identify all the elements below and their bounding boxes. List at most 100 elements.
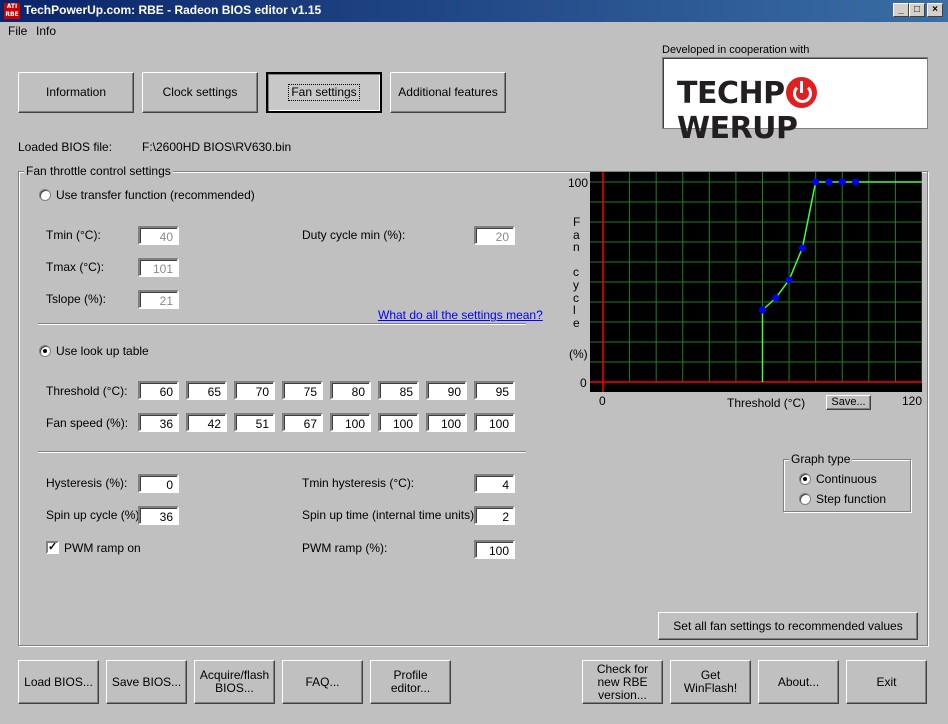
close-button[interactable]: × (927, 3, 943, 17)
title-bar[interactable]: ATI RBE TechPowerUp.com: RBE - Radeon BI… (0, 0, 948, 22)
techpowerup-logo[interactable]: TECHPWERUP (662, 57, 928, 146)
step-function-label: Step function (816, 492, 887, 506)
threshold-field-6[interactable]: 85 (378, 381, 419, 400)
fan-speed-field-6[interactable]: 100 (378, 413, 419, 432)
about-button[interactable]: About... (758, 660, 839, 704)
fan-speed-field-2[interactable]: 42 (186, 413, 227, 432)
logo-wordmark: TECHPWERUP (677, 76, 927, 146)
threshold-field-3[interactable]: 70 (234, 381, 275, 400)
tmin-field[interactable]: 40 (138, 226, 179, 245)
fan-speed-field-7[interactable]: 100 (426, 413, 467, 432)
threshold-field-2[interactable]: 65 (186, 381, 227, 400)
fan-curve-chart (590, 172, 922, 392)
tmin-label: Tmin (°C): (46, 228, 101, 242)
main-window: ATI RBE TechPowerUp.com: RBE - Radeon BI… (0, 0, 948, 724)
lookup-table-radio[interactable] (39, 345, 51, 357)
fan-throttle-group-title: Fan throttle control settings (24, 164, 173, 178)
spin-up-time-label: Spin up time (internal time units): (302, 508, 478, 522)
x-tick-120: 120 (902, 394, 923, 408)
transfer-function-label: Use transfer function (recommended) (56, 188, 255, 202)
fan-curve-point (759, 306, 766, 314)
exit-button[interactable]: Exit (846, 660, 927, 704)
fan-curve-point (825, 178, 833, 186)
tmax-label: Tmax (°C): (46, 260, 105, 274)
fan-curve-point (772, 294, 780, 302)
check-version-button[interactable]: Check for new RBE version... (582, 660, 663, 704)
load-bios-button[interactable]: Load BIOS... (18, 660, 99, 704)
menu-bar: File Info (0, 22, 948, 40)
spin-up-cycle-field[interactable]: 36 (138, 506, 179, 525)
logo-left: TECHP (677, 76, 785, 111)
pwm-ramp-on-checkbox[interactable]: ✓ (46, 541, 59, 554)
hysteresis-field[interactable]: 0 (138, 474, 179, 493)
y-tick-0: 0 (580, 376, 587, 390)
tslope-field[interactable]: 21 (138, 290, 179, 309)
y-axis-label-char: n (573, 240, 580, 255)
fan-curve-point (838, 178, 846, 186)
continuous-radio[interactable] (799, 473, 811, 485)
fan-curve-point (785, 276, 793, 284)
threshold-field-4[interactable]: 75 (282, 381, 323, 400)
logo-right: WERUP (677, 111, 798, 146)
threshold-label: Threshold (°C): (46, 384, 128, 398)
tmin-hysteresis-field[interactable]: 4 (474, 474, 515, 493)
threshold-field-1[interactable]: 60 (138, 381, 179, 400)
save-bios-button[interactable]: Save BIOS... (106, 660, 187, 704)
maximize-button[interactable]: □ (909, 3, 925, 17)
profile-editor-button[interactable]: Profile editor... (370, 660, 451, 704)
tab-clock-settings[interactable]: Clock settings (142, 72, 258, 113)
partner-caption: Developed in cooperation with (662, 44, 810, 56)
tmin-hysteresis-label: Tmin hysteresis (°C): (302, 476, 415, 490)
power-icon (785, 77, 817, 108)
spin-up-time-field[interactable]: 2 (474, 506, 515, 525)
transfer-function-radio[interactable] (39, 189, 51, 201)
tab-fan-settings-label: Fan settings (288, 84, 360, 101)
threshold-field-7[interactable]: 90 (426, 381, 467, 400)
separator-2 (38, 451, 526, 453)
y-tick-100: 100 (568, 176, 589, 190)
set-recommended-button[interactable]: Set all fan settings to recommended valu… (658, 612, 918, 640)
menu-file[interactable]: File (8, 24, 27, 38)
tab-information[interactable]: Information (18, 72, 134, 113)
fan-speed-field-3[interactable]: 51 (234, 413, 275, 432)
fan-speed-field-5[interactable]: 100 (330, 413, 371, 432)
fan-speed-field-1[interactable]: 36 (138, 413, 179, 432)
graph-type-title: Graph type (789, 452, 853, 466)
pwm-ramp-on-label: PWM ramp on (64, 541, 141, 555)
app-icon: ATI RBE (4, 3, 20, 19)
save-graph-button[interactable]: Save... (826, 395, 871, 410)
bios-file-path: F:\2600HD BIOS\RV630.bin (142, 140, 292, 154)
fan-speed-field-8[interactable]: 100 (474, 413, 515, 432)
x-tick-0: 0 (599, 394, 606, 408)
tmax-field[interactable]: 101 (138, 258, 179, 277)
fan-curve-point (812, 178, 820, 186)
tab-additional-features[interactable]: Additional features (390, 72, 506, 113)
y-axis-label-char: e (573, 315, 580, 330)
pwm-ramp-field[interactable]: 100 (474, 540, 515, 559)
menu-info[interactable]: Info (36, 24, 56, 38)
duty-cycle-min-label: Duty cycle min (%): (302, 228, 406, 242)
step-function-radio[interactable] (799, 493, 811, 505)
hysteresis-label: Hysteresis (%): (46, 476, 128, 490)
y-axis-label-char: (%) (569, 347, 588, 361)
fan-curve-point (798, 244, 806, 252)
faq-button[interactable]: FAQ... (282, 660, 363, 704)
get-winflash-button[interactable]: Get WinFlash! (670, 660, 751, 704)
fan-speed-field-4[interactable]: 67 (282, 413, 323, 432)
settings-help-link[interactable]: What do all the settings mean? (378, 308, 543, 322)
threshold-field-8[interactable]: 95 (474, 381, 515, 400)
fan-speed-label: Fan speed (%): (46, 416, 129, 430)
acquire-flash-button[interactable]: Acquire/flash BIOS... (194, 660, 275, 704)
pwm-ramp-label: PWM ramp (%): (302, 541, 388, 555)
minimize-button[interactable]: _ (893, 3, 909, 17)
bios-file-label: Loaded BIOS file: (18, 140, 113, 154)
x-axis-label: Threshold (°C) (727, 396, 806, 410)
duty-cycle-min-field[interactable]: 20 (474, 226, 515, 245)
tab-fan-settings[interactable]: Fan settings (266, 72, 382, 113)
separator-1 (38, 323, 526, 325)
threshold-field-5[interactable]: 80 (330, 381, 371, 400)
spin-up-cycle-label: Spin up cycle (%): (46, 508, 143, 522)
tslope-label: Tslope (%): (46, 292, 107, 306)
lookup-table-label: Use look up table (56, 344, 149, 358)
fan-curve-point (852, 178, 860, 186)
